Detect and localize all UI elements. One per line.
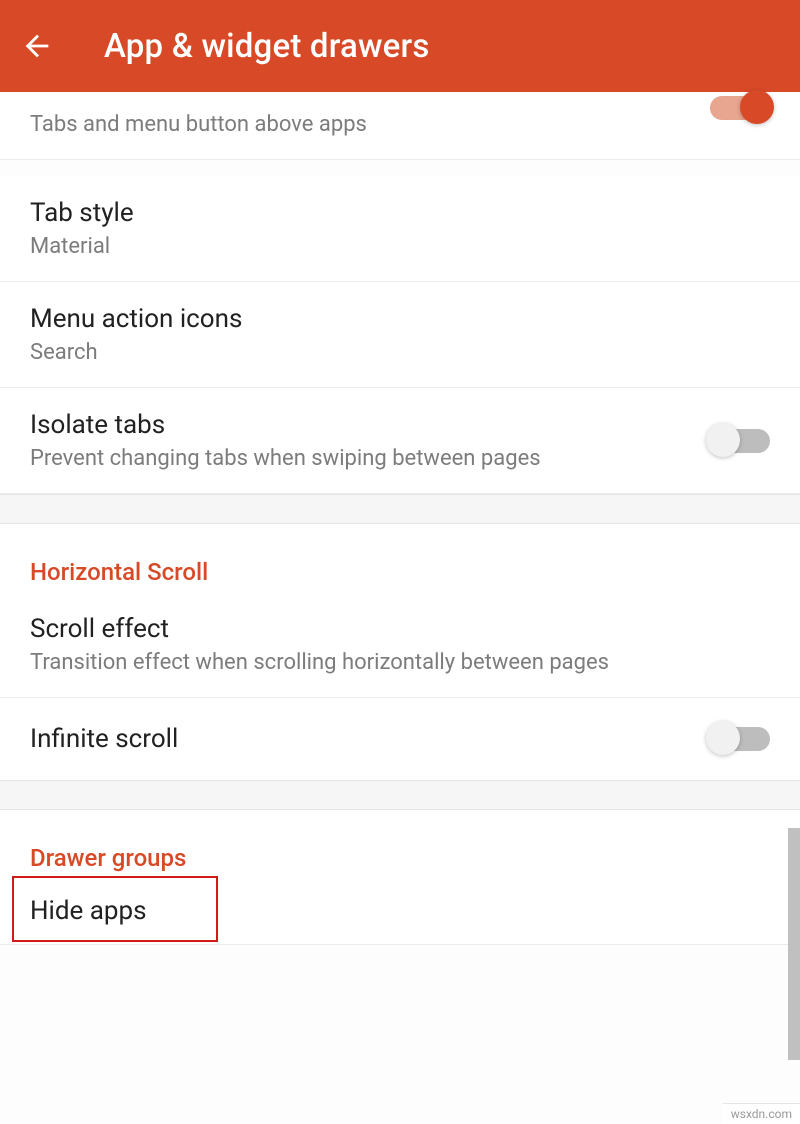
page-title: App & widget drawers bbox=[104, 27, 430, 66]
back-icon[interactable] bbox=[18, 27, 56, 65]
setting-scroll-effect[interactable]: Scroll effect Transition effect when scr… bbox=[0, 592, 800, 698]
setting-tabs-menu[interactable]: Tabs and menu button above apps bbox=[0, 92, 800, 160]
toggle-switch[interactable] bbox=[710, 429, 770, 453]
toggle-knob bbox=[740, 90, 774, 124]
setting-subtitle: Material bbox=[30, 234, 770, 259]
setting-tab-style[interactable]: Tab style Material bbox=[0, 176, 800, 282]
section-header-horizontal: Horizontal Scroll bbox=[0, 524, 800, 592]
setting-infinite-scroll[interactable]: Infinite scroll bbox=[0, 698, 800, 780]
setting-title: Infinite scroll bbox=[30, 724, 690, 754]
setting-hide-apps[interactable]: Hide apps bbox=[0, 878, 800, 945]
toggle-switch[interactable] bbox=[710, 727, 770, 751]
app-header: App & widget drawers bbox=[0, 0, 800, 92]
setting-subtitle: Transition effect when scrolling horizon… bbox=[30, 650, 770, 675]
setting-title: Isolate tabs bbox=[30, 410, 690, 440]
setting-subtitle: Prevent changing tabs when swiping betwe… bbox=[30, 446, 690, 471]
section-header-drawer-groups: Drawer groups bbox=[0, 810, 800, 878]
setting-menu-action[interactable]: Menu action icons Search bbox=[0, 282, 800, 388]
setting-title: Menu action icons bbox=[30, 304, 770, 334]
setting-isolate-tabs[interactable]: Isolate tabs Prevent changing tabs when … bbox=[0, 388, 800, 494]
setting-subtitle: Tabs and menu button above apps bbox=[30, 112, 690, 137]
toggle-switch[interactable] bbox=[710, 96, 770, 120]
setting-title: Tab style bbox=[30, 198, 770, 228]
footer-watermark: wsxdn.com bbox=[723, 1103, 800, 1124]
toggle-knob bbox=[706, 423, 740, 457]
toggle-knob bbox=[706, 721, 740, 755]
setting-subtitle: Search bbox=[30, 340, 770, 365]
scrollbar[interactable] bbox=[788, 828, 800, 1060]
section-divider bbox=[0, 780, 800, 810]
setting-title: Scroll effect bbox=[30, 614, 770, 644]
section-divider bbox=[0, 494, 800, 524]
setting-title: Hide apps bbox=[30, 896, 770, 926]
